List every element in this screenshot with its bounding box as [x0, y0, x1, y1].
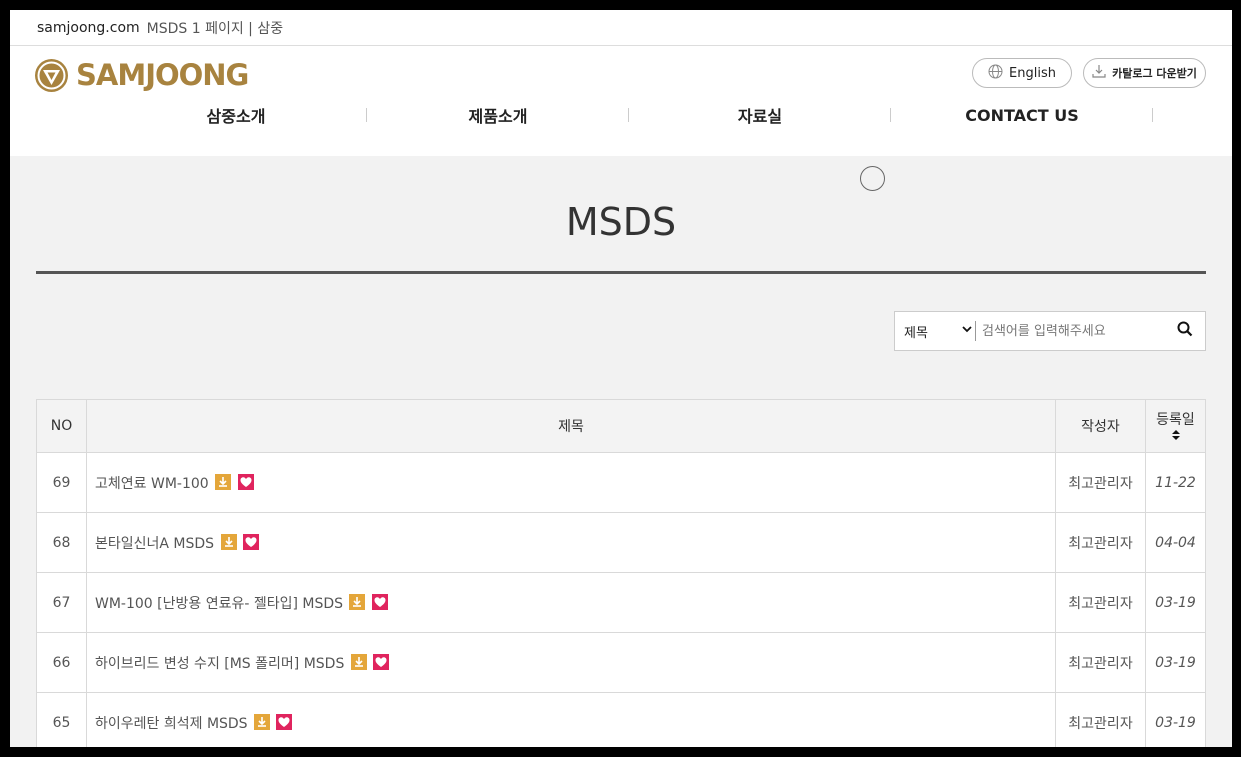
- page-title: MSDS: [565, 200, 677, 244]
- header-no: NO: [36, 399, 87, 453]
- row-writer: 최고관리자: [1055, 572, 1146, 633]
- row-title-cell[interactable]: 하이브리드 변성 수지 [MS 폴리머] MSDS: [86, 632, 1056, 693]
- logo-mark-icon: [35, 58, 68, 92]
- heart-icon: [242, 533, 259, 550]
- row-writer: 최고관리자: [1055, 452, 1146, 513]
- row-no: 68: [36, 512, 87, 573]
- search-button[interactable]: [1165, 312, 1205, 350]
- english-button[interactable]: English: [972, 58, 1072, 88]
- row-no: 66: [36, 632, 87, 693]
- table-row[interactable]: 68 본타일신너A MSDS 최고관리자 04-04: [36, 512, 1206, 573]
- row-title-cell[interactable]: 하이우레탄 희석제 MSDS: [86, 692, 1056, 747]
- search-field-value: 제목: [904, 325, 928, 341]
- row-title-cell[interactable]: WM-100 [난방용 연료유- 젤타입] MSDS: [86, 572, 1056, 633]
- logo-text: SAMJOONG: [76, 58, 249, 92]
- row-no: 67: [36, 572, 87, 633]
- sort-icon[interactable]: [1146, 429, 1205, 443]
- row-no: 69: [36, 452, 87, 513]
- row-date: 03-19: [1145, 692, 1206, 747]
- row-title-cell[interactable]: 고체연료 WM-100: [86, 452, 1056, 513]
- header-writer: 작성자: [1055, 399, 1146, 453]
- heart-icon: [373, 653, 390, 670]
- english-label: English: [1009, 65, 1056, 81]
- nav-item-resources[interactable]: 자료실: [629, 102, 891, 128]
- header-date[interactable]: 등록일: [1145, 399, 1206, 453]
- file-download-icon: [215, 473, 232, 490]
- row-title[interactable]: 고체연료 WM-100: [95, 476, 209, 492]
- search-box: 제목: [894, 311, 1206, 351]
- row-date: 03-19: [1145, 632, 1206, 693]
- row-title[interactable]: WM-100 [난방용 연료유- 젤타입] MSDS: [95, 596, 343, 612]
- globe-icon: [988, 64, 1003, 83]
- search-input[interactable]: [976, 323, 1165, 339]
- search-icon: [1177, 321, 1193, 341]
- page-frame: samjoong.com MSDS 1 페이지 | 삼중 SAMJOONG En…: [10, 10, 1232, 747]
- nav-item-about[interactable]: 삼중소개: [105, 102, 367, 128]
- table-row[interactable]: 67 WM-100 [난방용 연료유- 젤타입] MSDS 최고관리자 03-1…: [36, 572, 1206, 633]
- chevron-down-icon: [961, 323, 973, 338]
- browser-page-title: MSDS 1 페이지 | 삼중: [146, 20, 284, 37]
- row-writer: 최고관리자: [1055, 692, 1146, 747]
- cursor-ring: [860, 166, 885, 191]
- file-download-icon: [350, 653, 367, 670]
- site-logo[interactable]: SAMJOONG: [35, 58, 249, 92]
- site-header: SAMJOONG English 카탈로그 다운받기 삼중소개 제품소개 자료실…: [10, 46, 1232, 156]
- row-title[interactable]: 하이브리드 변성 수지 [MS 폴리머] MSDS: [95, 656, 344, 672]
- msds-table: NO 제목 작성자 등록일 69 고체연료 WM-100 최고관리자 11-22…: [36, 399, 1206, 747]
- search-field-select[interactable]: 제목: [895, 312, 975, 350]
- main-nav: 삼중소개 제품소개 자료실 CONTACT US: [105, 102, 1153, 128]
- row-writer: 최고관리자: [1055, 632, 1146, 693]
- title-divider: [36, 271, 1206, 274]
- row-title-cell[interactable]: 본타일신너A MSDS: [86, 512, 1056, 573]
- table-row[interactable]: 65 하이우레탄 희석제 MSDS 최고관리자 03-19: [36, 692, 1206, 747]
- row-title[interactable]: 본타일신너A MSDS: [95, 536, 214, 552]
- heart-icon: [371, 593, 388, 610]
- table-row[interactable]: 66 하이브리드 변성 수지 [MS 폴리머] MSDS 최고관리자 03-19: [36, 632, 1206, 693]
- header-date-label: 등록일: [1156, 412, 1195, 428]
- table-row[interactable]: 69 고체연료 WM-100 최고관리자 11-22: [36, 452, 1206, 513]
- browser-domain: samjoong.com: [37, 19, 140, 36]
- file-download-icon: [220, 533, 237, 550]
- heart-icon: [237, 473, 254, 490]
- row-no: 65: [36, 692, 87, 747]
- download-icon: [1092, 64, 1106, 83]
- nav-item-contact[interactable]: CONTACT US: [891, 102, 1153, 128]
- row-date: 11-22: [1145, 452, 1206, 513]
- row-date: 04-04: [1145, 512, 1206, 573]
- row-writer: 최고관리자: [1055, 512, 1146, 573]
- nav-item-products[interactable]: 제품소개: [367, 102, 629, 128]
- heart-icon: [276, 713, 293, 730]
- browser-title-bar: samjoong.com MSDS 1 페이지 | 삼중: [10, 10, 1232, 46]
- header-title: 제목: [86, 399, 1056, 453]
- table-header-row: NO 제목 작성자 등록일: [36, 399, 1206, 453]
- catalog-label: 카탈로그 다운받기: [1112, 67, 1197, 80]
- file-download-icon: [254, 713, 271, 730]
- row-title[interactable]: 하이우레탄 희석제 MSDS: [95, 716, 248, 732]
- file-download-icon: [349, 593, 366, 610]
- catalog-download-button[interactable]: 카탈로그 다운받기: [1083, 58, 1206, 88]
- row-date: 03-19: [1145, 572, 1206, 633]
